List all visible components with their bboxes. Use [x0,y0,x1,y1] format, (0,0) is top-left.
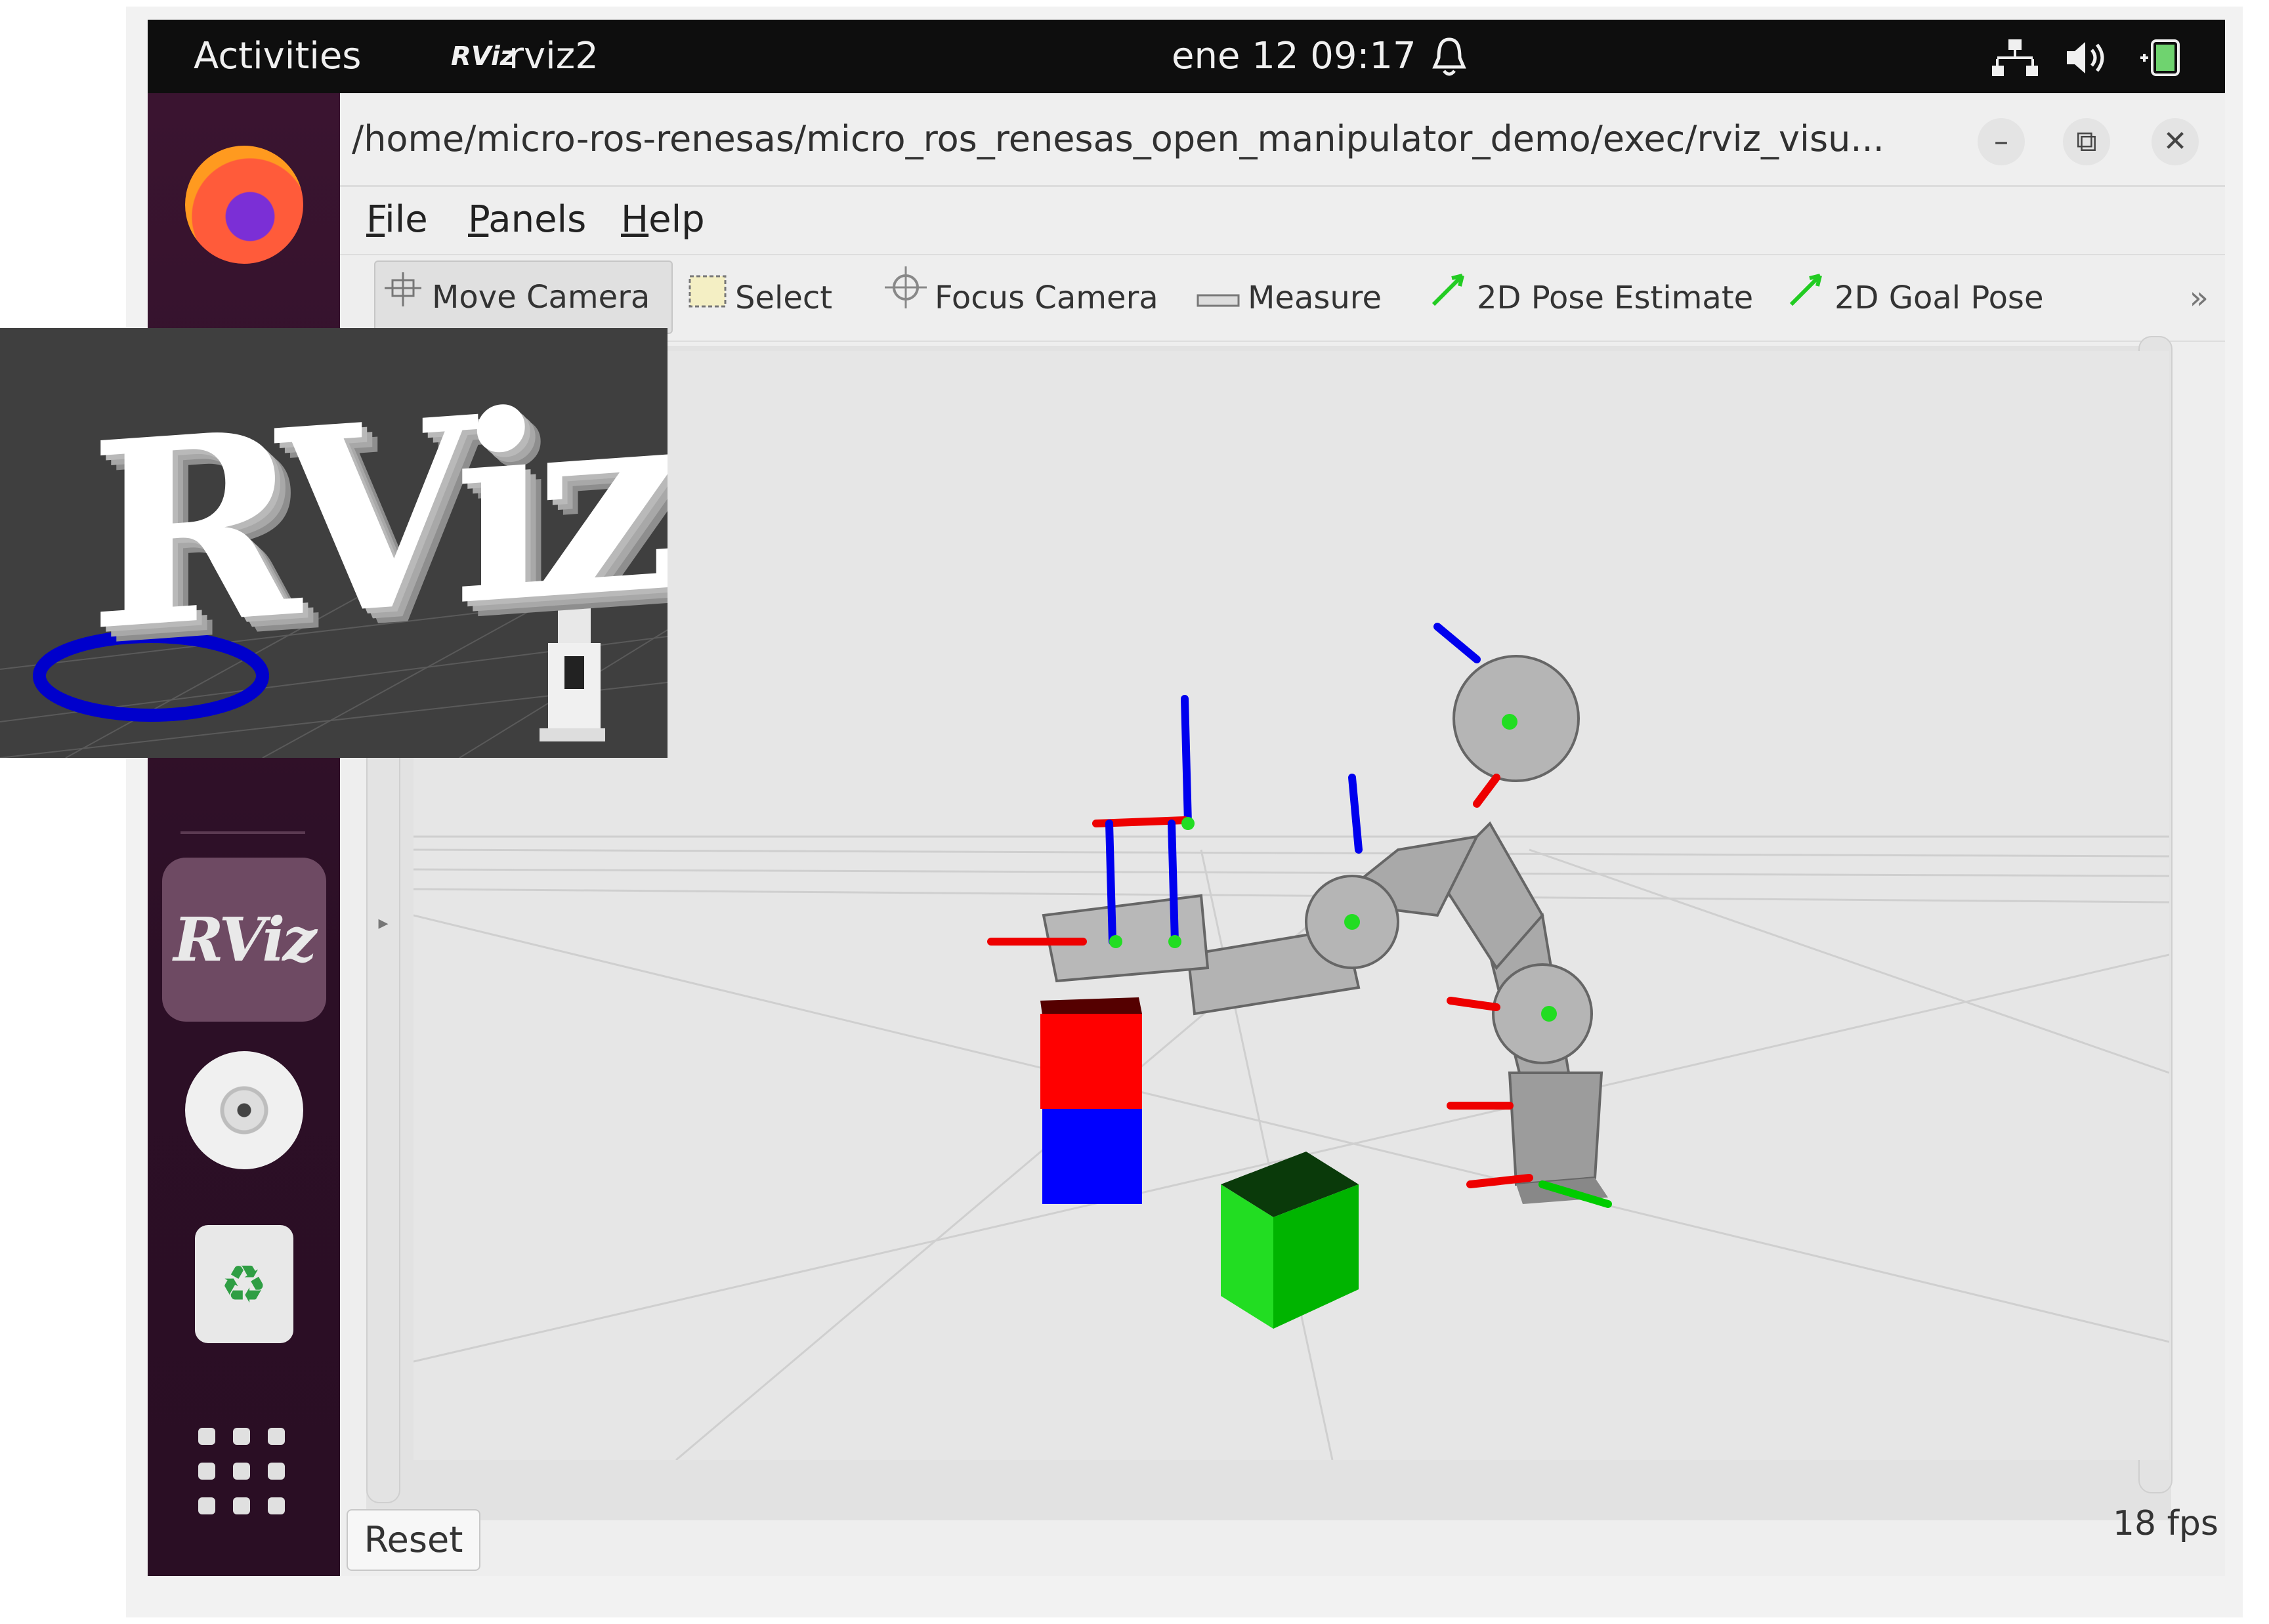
focus-camera-tool[interactable]: Focus Camera [885,255,1158,341]
3d-viewport[interactable] [413,351,2170,1461]
pose-estimate-label: 2D Pose Estimate [1477,280,1754,316]
battery-icon[interactable] [2136,39,2182,76]
restore-button[interactable]: ⧉ [2063,118,2110,165]
goal-pose-icon [1787,255,1827,341]
select-icon [688,255,727,341]
title-bar[interactable]: /home/micro-ros-renesas/micro_ros_renesa… [340,93,2225,187]
top-bar: Activities RViz rviz2 ene 12 09:17 [148,20,2225,93]
ground-grid [413,835,2170,1461]
firefox-icon[interactable] [184,146,303,264]
dock-separator [180,831,305,834]
green-cube [1221,1152,1359,1329]
2d-goal-pose-tool[interactable]: 2D Goal Pose [1787,255,2043,341]
minimize-button[interactable]: – [1978,118,2025,165]
cd-icon[interactable] [184,1051,303,1169]
activities-button[interactable]: Activities [194,20,361,93]
clock[interactable]: ene 12 09:17 [1172,20,1416,93]
dock: RViz ♻ [148,93,340,1576]
measure-tool[interactable]: Measure [1197,255,1382,341]
app-grid-icon[interactable] [198,1425,290,1517]
toolbar-overflow-button[interactable]: » [2190,255,2209,341]
goal-pose-label: 2D Goal Pose [1834,280,2044,316]
chevron-left-icon: ▸ [378,911,389,934]
network-icon[interactable] [1992,39,2038,76]
move-camera-icon [382,260,424,334]
app-menu[interactable]: rviz2 [509,20,599,93]
measure-label: Measure [1248,280,1382,316]
rviz-app-icon: RViz [451,41,516,72]
2d-pose-estimate-tool[interactable]: 2D Pose Estimate [1430,255,1753,341]
focus-camera-icon [885,255,927,341]
rviz-logo-text: RViz [89,347,664,688]
menu-panels[interactable]: Panels [468,187,586,253]
rviz-icon[interactable]: RViz [161,858,326,1022]
window-title: /home/micro-ros-renesas/micro_ros_renesa… [352,118,1884,159]
select-label: Select [735,280,833,316]
menu-bar: File Panels Help [340,187,2225,253]
close-button[interactable]: ✕ [2152,118,2199,165]
rviz-window: /home/micro-ros-renesas/micro_ros_renesa… [340,93,2225,1576]
rviz-dock-label: RViz [173,904,316,975]
focus-camera-label: Focus Camera [935,280,1158,316]
rviz-logo-card: RViz [0,328,668,758]
menu-help[interactable]: Help [621,187,705,253]
move-camera-label: Move Camera [432,279,650,316]
reset-button[interactable]: Reset [347,1509,480,1571]
menu-file[interactable]: File [366,187,428,253]
scene-render [413,623,2170,1461]
blue-cube [1042,1109,1142,1204]
bell-icon[interactable] [1431,20,1468,93]
pose-estimate-icon [1430,255,1469,341]
fps-counter: 18 fps [2112,1504,2218,1543]
red-cube [1040,997,1142,1109]
move-camera-tool[interactable]: Move Camera [374,260,673,334]
select-tool[interactable]: Select [688,255,832,341]
volume-icon[interactable] [2064,39,2110,76]
measure-icon [1197,255,1240,341]
trash-icon[interactable]: ♻ [194,1225,293,1343]
